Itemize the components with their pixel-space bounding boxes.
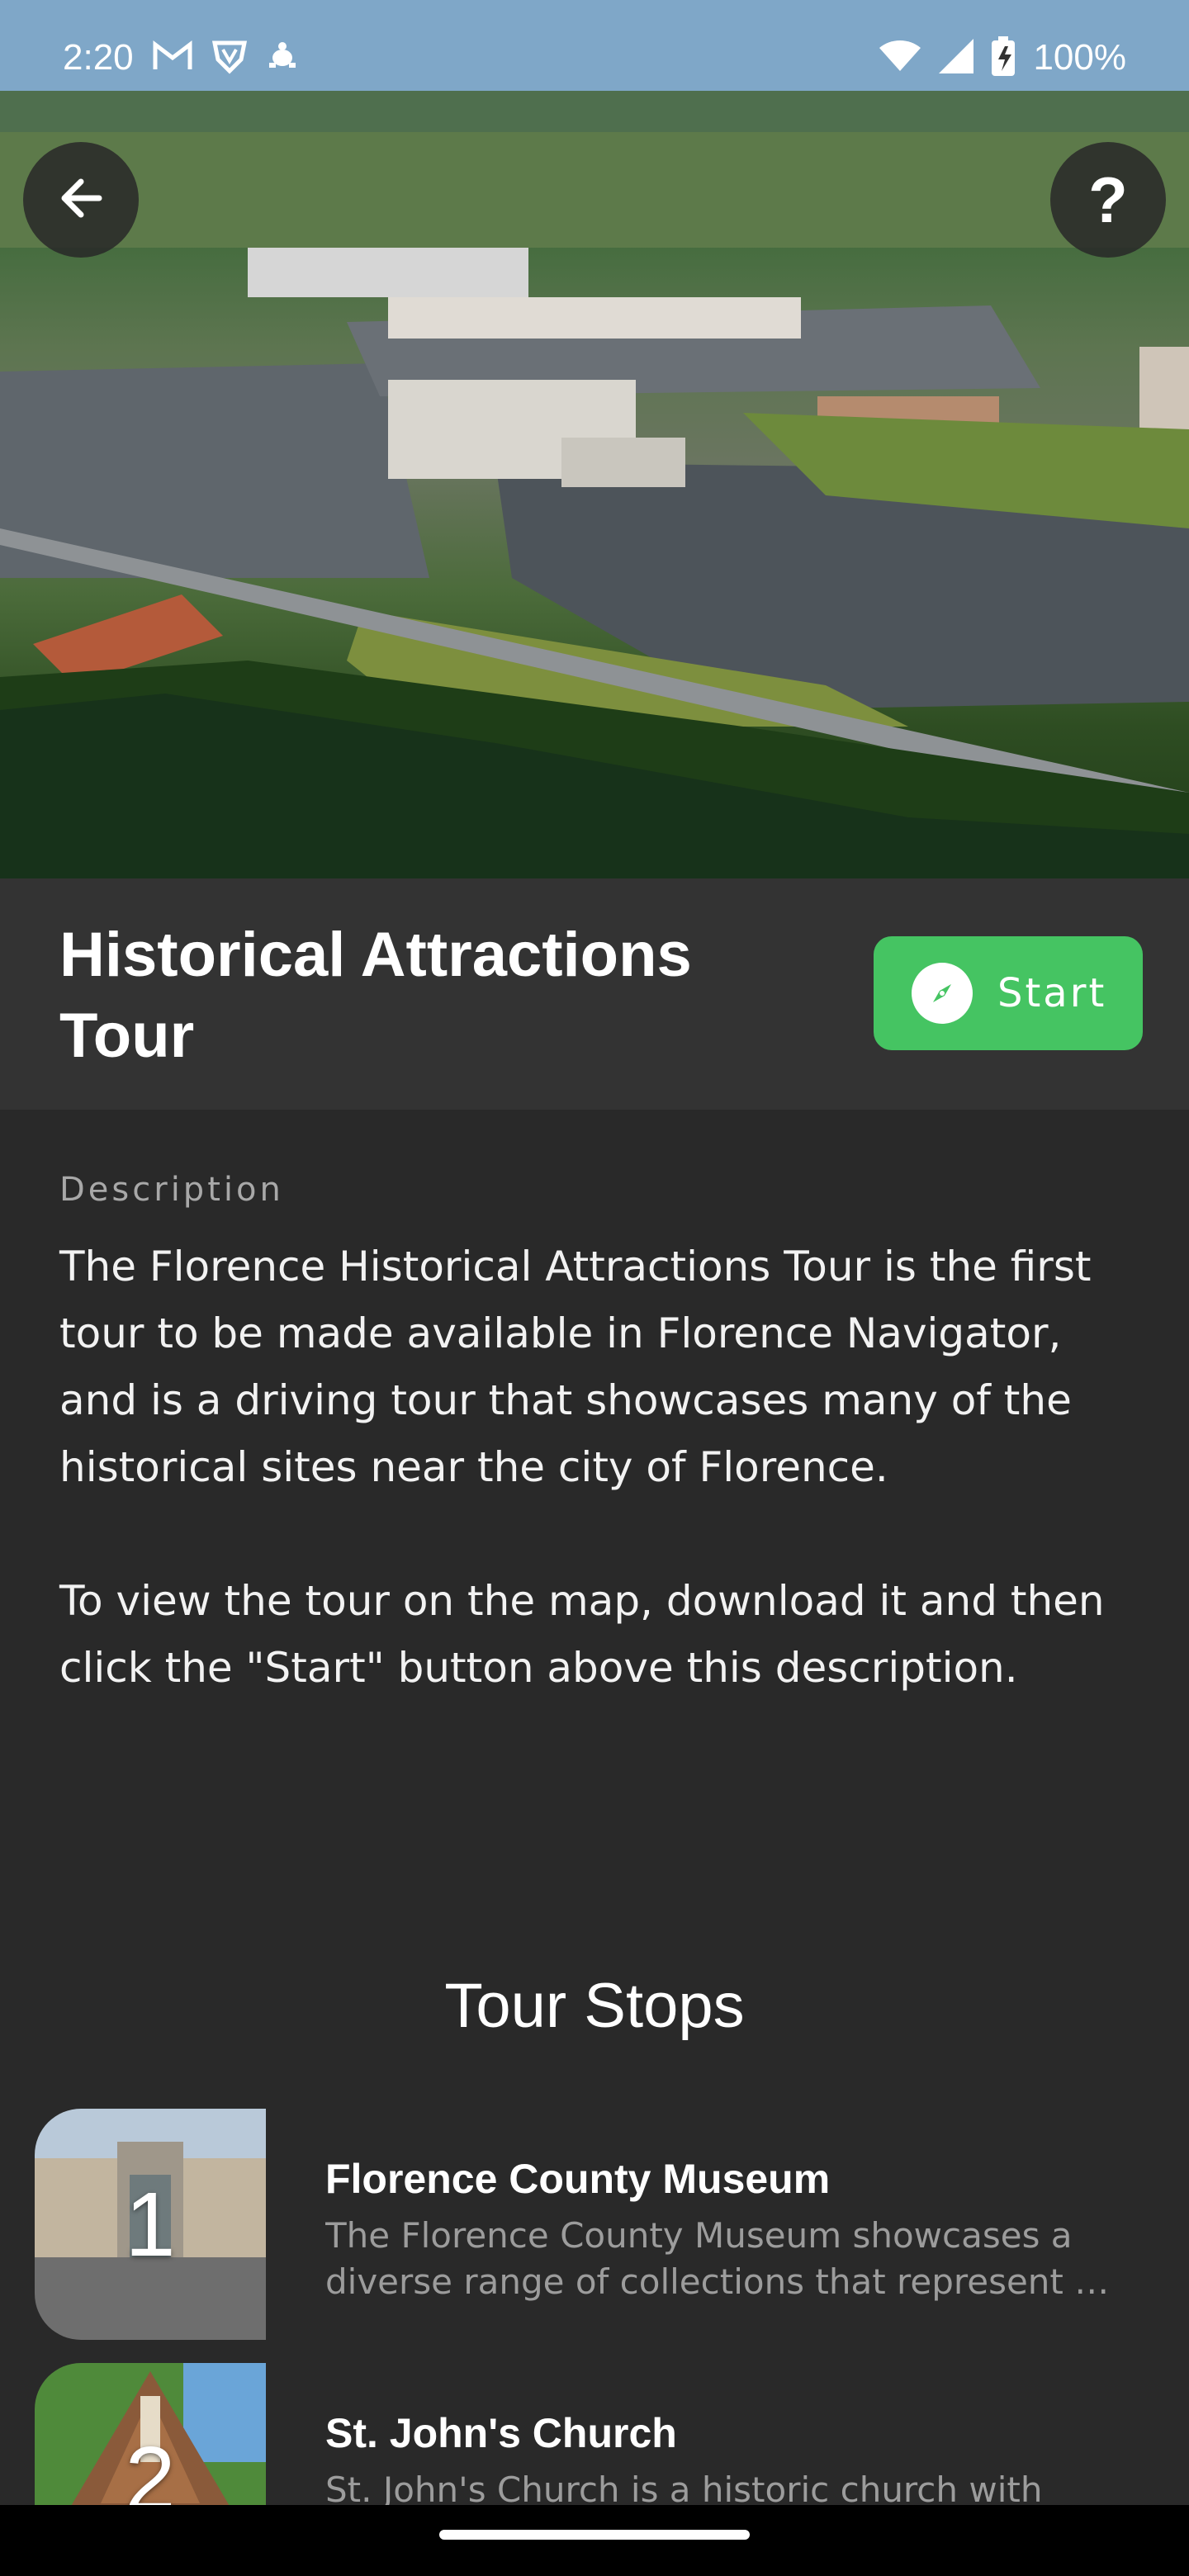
vpn-shield-icon [211,38,248,78]
battery-percent: 100% [1033,37,1126,78]
turtle-icon [266,40,299,76]
tour-title: Historical Attractions Tour [59,920,692,1071]
description-heading: Description [59,1171,284,1209]
compass-icon [912,963,973,1024]
stop-thumbnail: 1 [35,2109,266,2340]
back-button[interactable] [23,142,139,258]
start-button[interactable]: Start [874,936,1143,1050]
stop-title: St. John's Church [325,2410,677,2456]
aerial-photo [0,0,1189,878]
gmail-icon [152,40,193,76]
home-gesture-handle[interactable] [439,2530,750,2540]
signal-icon [939,39,974,77]
tour-hero-image [0,0,1189,878]
tour-title-bar: Historical Attractions Tour Start [0,878,1189,1110]
question-mark-icon: ? [1088,163,1128,236]
arrow-left-icon [56,173,106,226]
status-time: 2:20 [63,37,134,78]
stop-title: Florence County Museum [325,2156,831,2202]
navigation-bar [0,2505,1189,2576]
stop-description: The Florence County Museum showcases a d… [325,2215,1110,2302]
wifi-icon [879,40,921,76]
help-button[interactable]: ? [1050,142,1166,258]
tour-stops-heading: Tour Stops [444,1971,745,2041]
description-text: The Florence Historical Attractions Tour… [59,1243,1105,1692]
stop-number: 1 [125,2173,176,2275]
battery-charging-icon [992,36,1016,79]
status-bar: 2:20 100% [0,0,1189,116]
tour-stop-item[interactable]: 1 Florence County Museum The Florence Co… [35,2109,1158,2340]
start-label: Start [997,970,1107,1016]
